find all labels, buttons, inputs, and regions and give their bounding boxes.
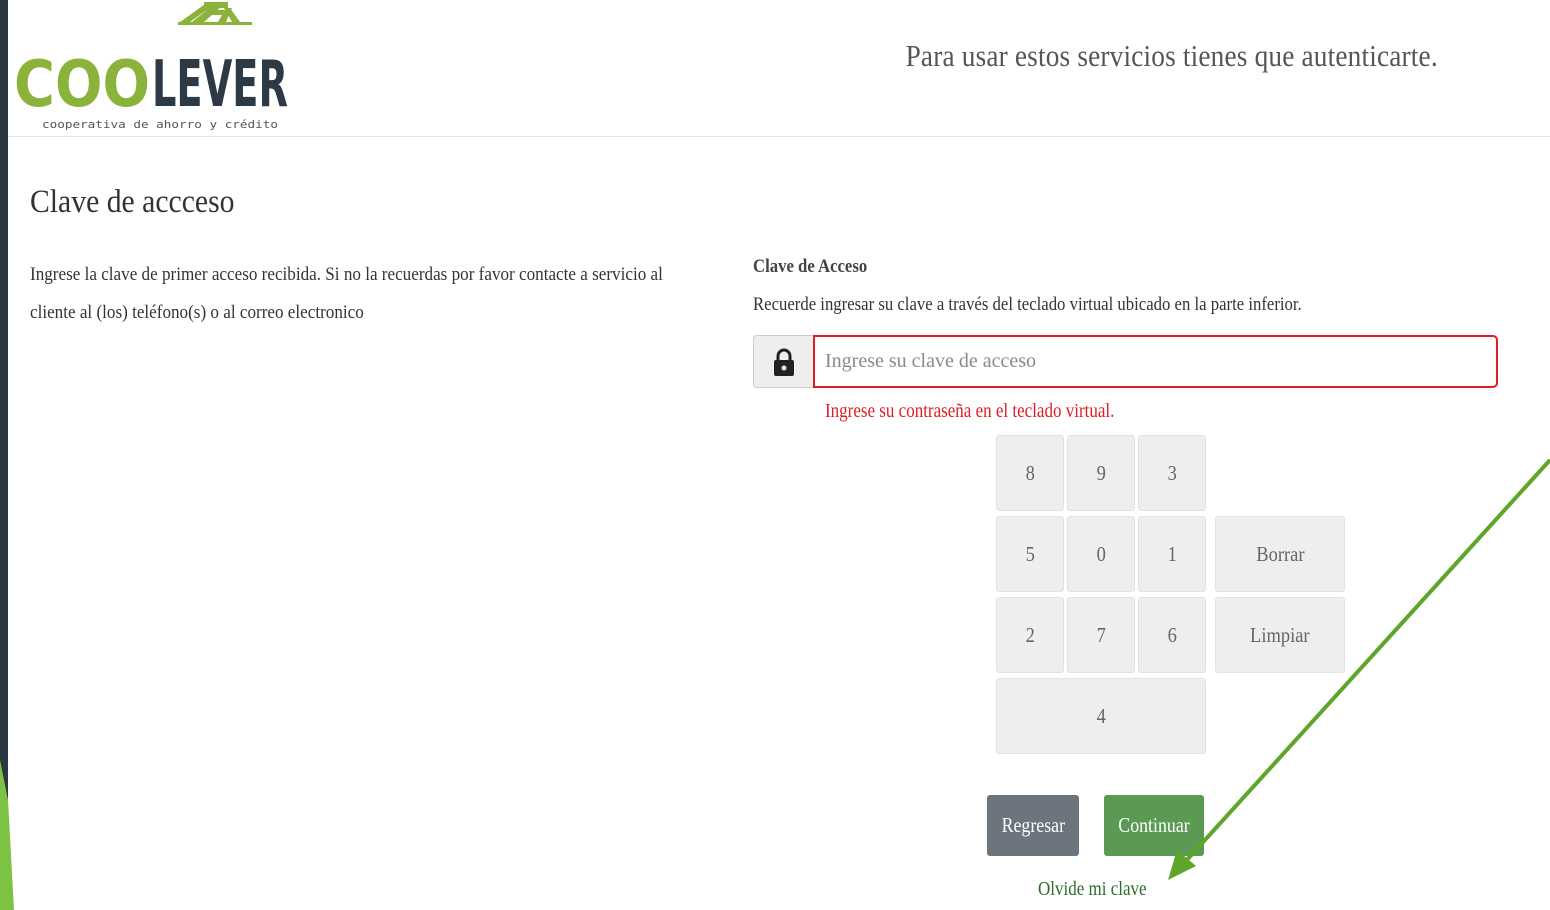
logo-structure-icon bbox=[178, 2, 252, 25]
keypad-key[interactable]: 2 bbox=[996, 597, 1064, 673]
keypad-key[interactable]: 7 bbox=[1067, 597, 1135, 673]
password-error-message: Ingrese su contraseña en el teclado virt… bbox=[825, 400, 1115, 422]
logo-tagline: cooperativa de ahorro y crédito bbox=[42, 118, 278, 131]
keypad-key-label: 7 bbox=[1096, 622, 1106, 647]
keypad-key-label: 8 bbox=[1025, 460, 1035, 485]
login-page: COO LEVER cooperativa de ahorro y crédit… bbox=[8, 0, 1550, 910]
keypad-delete-label: Borrar bbox=[1255, 541, 1305, 566]
keypad-delete-button[interactable]: Borrar bbox=[1215, 516, 1345, 592]
keypad-key-label: 4 bbox=[1096, 703, 1106, 728]
password-field-help: Recuerde ingresar su clave a través del … bbox=[753, 294, 1302, 315]
keypad-key-label: 1 bbox=[1167, 541, 1177, 566]
page-title: Clave de accceso bbox=[30, 184, 235, 220]
intro-line-1: Ingrese la clave de primer acceso recibi… bbox=[30, 264, 663, 285]
forgot-password-link[interactable]: Olvide mi clave bbox=[1038, 878, 1147, 901]
keypad-key[interactable]: 3 bbox=[1138, 435, 1206, 511]
keypad-clear-button[interactable]: Limpiar bbox=[1215, 597, 1345, 673]
password-addon bbox=[753, 335, 813, 388]
svg-text:COO: COO bbox=[14, 48, 150, 122]
header-auth-message: Para usar estos servicios tienes que aut… bbox=[905, 38, 1438, 73]
keypad-key[interactable]: 1 bbox=[1138, 516, 1206, 592]
password-input[interactable] bbox=[813, 335, 1498, 388]
svg-text:LEVER: LEVER bbox=[152, 48, 288, 122]
keypad-key-label: 2 bbox=[1025, 622, 1035, 647]
keypad-key-label: 6 bbox=[1167, 622, 1177, 647]
keypad-key[interactable]: 0 bbox=[1067, 516, 1135, 592]
lock-icon bbox=[773, 348, 794, 376]
logo-graphic: COO LEVER cooperativa de ahorro y crédit… bbox=[14, 2, 288, 131]
intro-text: Ingrese la clave de primer acceso recibi… bbox=[30, 256, 714, 332]
password-input-group bbox=[753, 335, 1498, 388]
keypad-key[interactable]: 9 bbox=[1067, 435, 1135, 511]
intro-line-2: cliente al (los) teléfono(s) o al correo… bbox=[30, 302, 364, 323]
keypad-key-label: 5 bbox=[1025, 541, 1035, 566]
keypad-clear-label: Limpiar bbox=[1250, 622, 1310, 647]
keypad-key-label: 9 bbox=[1096, 460, 1106, 485]
cooperative-logo[interactable]: COO LEVER cooperativa de ahorro y crédit… bbox=[12, 0, 292, 134]
back-button[interactable]: Regresar bbox=[987, 795, 1079, 856]
keypad-key[interactable]: 4 bbox=[996, 678, 1206, 754]
back-button-label: Regresar bbox=[1001, 813, 1065, 837]
logo-wordmark: COO LEVER bbox=[14, 48, 288, 122]
continue-button-label: Continuar bbox=[1118, 813, 1190, 837]
continue-button[interactable]: Continuar bbox=[1104, 795, 1204, 856]
keypad-key[interactable]: 5 bbox=[996, 516, 1064, 592]
header: COO LEVER cooperativa de ahorro y crédit… bbox=[8, 0, 1550, 137]
keypad-key[interactable]: 8 bbox=[996, 435, 1064, 511]
keypad-key[interactable]: 6 bbox=[1138, 597, 1206, 673]
password-field-label: Clave de Acceso bbox=[753, 256, 868, 277]
keypad-key-label: 0 bbox=[1096, 541, 1106, 566]
keypad-key-label: 3 bbox=[1167, 460, 1177, 485]
